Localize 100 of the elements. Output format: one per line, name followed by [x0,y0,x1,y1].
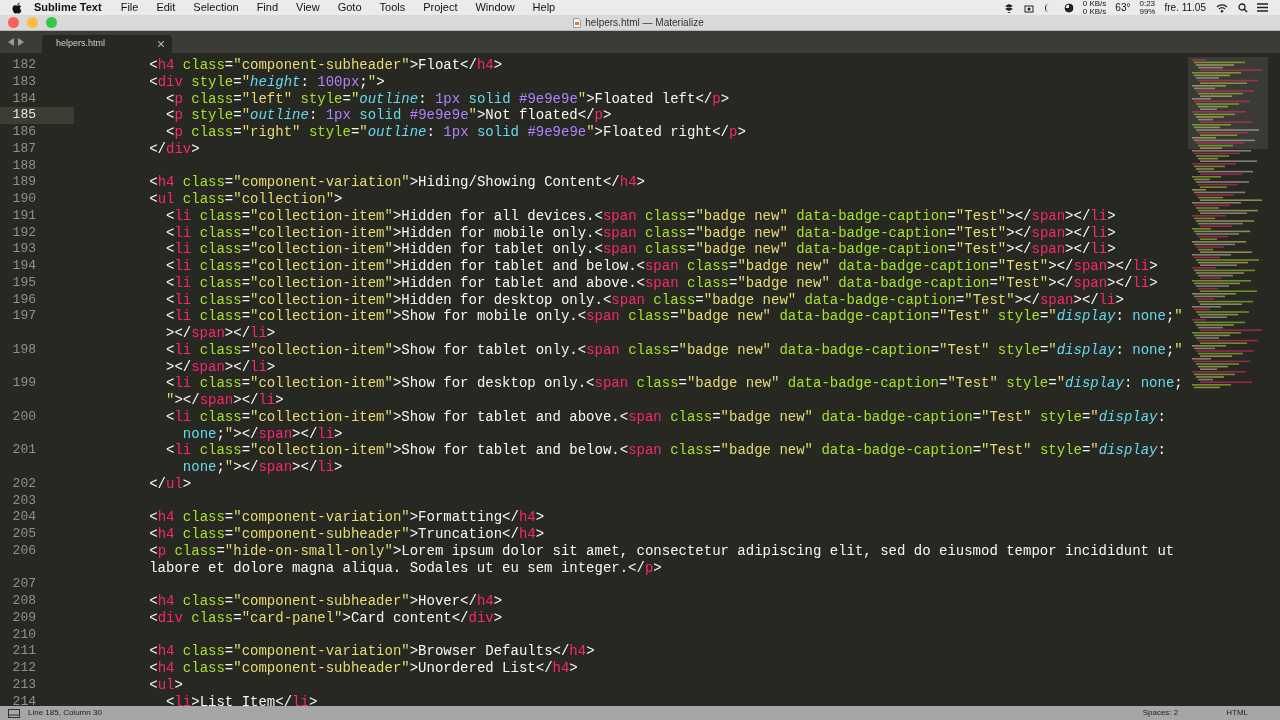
menu-item[interactable]: Project [414,0,467,15]
code-line: <li class="collection-item">Show for tablet and below.<span class="badge new" data-badge-caption="Test" style="display: [165,442,1166,459]
code-line: <li class="collection-item">Hidden for tablet and above.<span class="badge new" data-badge-caption="Test"></span></li> [165,274,1158,292]
code-line: <div class="card-panel">Card content</div> [148,609,503,627]
menu-item[interactable]: File [111,0,148,15]
line-number: 197 [11,308,36,325]
code-line: <li>List Item</li> [165,693,318,706]
menu-item[interactable]: Window [466,0,524,15]
code-line: none;"></span></li> [181,425,343,443]
line-number: 213 [11,676,36,694]
line-number: 183 [11,73,36,91]
code-line: <ul class="collection"> [148,191,343,208]
syntax-setting[interactable]: HTML [1226,706,1248,720]
line-number: 191 [11,207,36,225]
code-line: <h4 class="component-variation">Formatting</h4> [148,509,545,526]
line-number: 184 [11,90,36,108]
line-number: 195 [11,274,36,292]
line-number: 200 [11,408,36,426]
code-line: <li class="collection-item">Hidden for mobile only.<span class="badge new" data-badge-caption="Test"></span></li> [165,224,1116,242]
line-number: 192 [11,224,36,242]
line-number: 193 [11,241,36,258]
cursor-position: Line 185, Column 30 [28,707,103,719]
file-icon [573,17,582,28]
code-line: <li class="collection-item">Show for desktop only.<span class="badge new" data-badge-caption="Test" style="display: none; [165,375,1183,392]
code-line: </div> [148,140,200,158]
line-number: 208 [11,593,36,610]
line-number: 205 [11,526,36,543]
code-line: <li class="collection-item">Hidden for tablet and below.<span class="badge new" data-badge-caption="Test"></span></li> [165,258,1158,275]
menu-icon[interactable] [1257,3,1268,12]
line-number: 211 [11,643,36,660]
search-icon[interactable] [1238,2,1248,13]
code-line: <h4 class="component-subheader">Hover</h4> [148,593,503,610]
menu-item[interactable]: Tools [370,0,415,15]
code-line: <h4 class="component-subheader">Unordered List</h4> [148,660,578,677]
line-number: 198 [11,341,36,359]
indentation-setting[interactable]: Spaces: 2 [1142,706,1179,720]
menu-item[interactable]: View [287,0,329,15]
status-readout: 0 KB/s [1082,0,1107,8]
code-line: <p class="right" style="outline: 1px solid #9e9e9e">Floated right</p> [165,124,746,141]
code-line: <h4 class="component-subheader">Float</h4> [148,57,503,74]
line-number: 188 [11,157,36,175]
code-line: <li class="collection-item">Hidden for desktop only.<span class="badge new" data-badge-caption="Test"></span></li> [165,291,1124,309]
code-line: <li class="collection-item">Show for tablet and above.<span class="badge new" data-badge-caption="Test" style="display: [165,408,1166,426]
close-icon[interactable] [158,41,164,47]
code-line: <h4 class="component-variation">Hiding/Showing Content</h4> [148,174,645,191]
editor-tab[interactable]: helpers.html [42,35,172,53]
line-number: 210 [11,626,36,644]
menu-item[interactable]: Selection [184,0,248,15]
status-readout: 0:23 [1139,0,1156,8]
menu-item[interactable]: Edit [147,0,185,15]
line-number: 206 [11,542,36,560]
code-line: ></span></li> [165,358,276,376]
status-text[interactable]: fre. 11.05 [1159,0,1211,15]
line-number: 187 [11,140,36,158]
line-number: 209 [11,609,36,627]
line-number: 194 [11,258,36,275]
wifi-icon[interactable] [1216,2,1228,13]
code-line: ></span></li> [165,325,276,342]
status-text[interactable]: 63° [1110,0,1136,15]
menu-item[interactable]: Goto [328,0,371,15]
menu-item[interactable]: Help [523,0,565,15]
line-number: 186 [11,124,36,141]
camera-icon[interactable] [1023,2,1034,13]
apple-icon[interactable] [12,1,22,14]
code-line: labore et dolore magna aliqua. Sodales ut eu sem integer.</p> [148,559,662,577]
line-number: 203 [11,492,36,510]
code-line: <li class="collection-item">Hidden for tablet only.<span class="badge new" data-badge-caption="Test"></span></li> [165,241,1116,258]
code-line: none;"></span></li> [181,459,343,476]
code-line: <p style="outline: 1px solid #9e9e9e">Not floated</p> [165,107,612,124]
line-number: 201 [11,442,36,459]
code-line: <li class="collection-item">Show for tablet only.<span class="badge new" data-badge-caption="Test" style="display: none;" [165,341,1183,359]
code-line: <li class="collection-item">Hidden for all devices.<span class="badge new" data-badge-caption="Test"></span></li> [165,207,1116,225]
menu-item[interactable]: Find [247,0,288,15]
code-line: <h4 class="component-variation">Browser Defaults</h4> [148,643,595,660]
code-line: <p class="hide-on-small-only">Lorem ipsum dolor sit amet, consectetur adipiscing elit, sed do eiusmod tempor incididunt ut [148,542,1175,560]
line-number: 185 [11,107,36,124]
pie-icon[interactable] [1063,2,1074,13]
status-readout: 0 KB/s [1082,7,1107,15]
window-title: helpers.html — Materialize [585,16,704,30]
back-arrow-icon[interactable] [8,38,14,46]
panel-icon[interactable] [8,708,20,718]
line-number: 199 [11,375,36,392]
code-line: <div style="height: 100px;"> [148,73,385,91]
code-line: </ul> [148,475,192,493]
line-number: 207 [11,576,36,593]
code-line: <p class="left" style="outline: 1px solid #9e9e9e">Floated left</p> [165,90,730,108]
forward-arrow-icon[interactable] [18,38,24,46]
line-number: 182 [11,57,36,74]
line-number: 196 [11,291,36,309]
app-menu[interactable]: Sublime Text [22,0,112,15]
code-line: "></span></li> [165,392,284,409]
status-readout: 99% [1139,7,1156,15]
code-line: <h4 class="component-subheader">Truncation</h4> [148,526,545,543]
line-number: 189 [11,174,36,191]
line-number: 190 [11,191,36,208]
code-line: <ul> [148,676,183,694]
line-number: 202 [11,475,36,493]
code-line: <li class="collection-item">Show for mobile only.<span class="badge new" data-badge-caption="Test" style="display: none;" [165,308,1183,325]
line-number: 212 [11,660,36,677]
line-number: 214 [11,693,36,706]
